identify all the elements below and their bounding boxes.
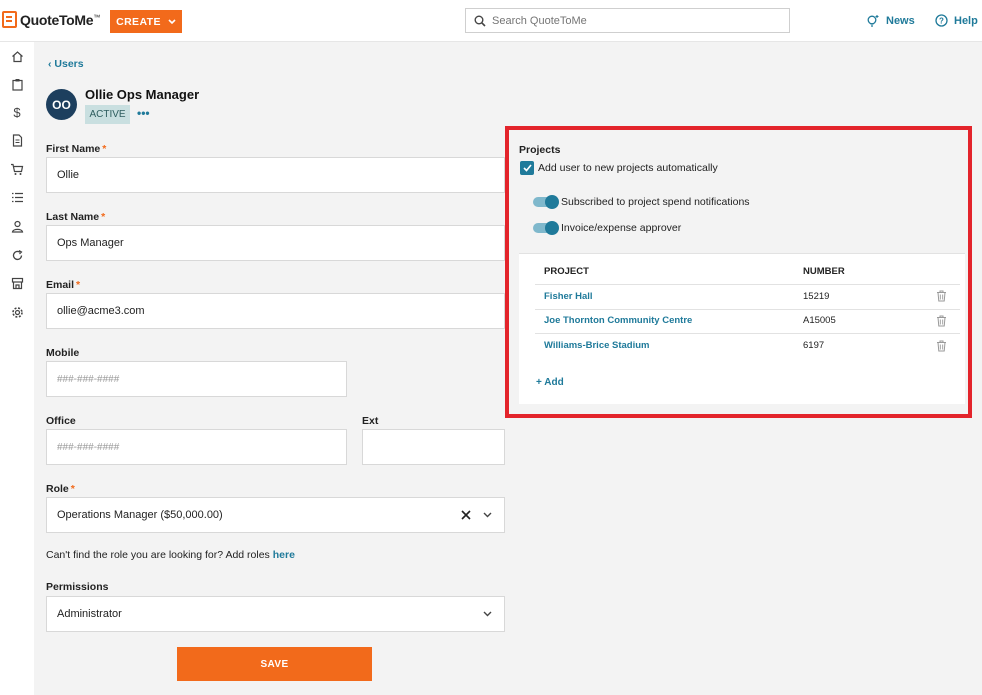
project-number: A15005 <box>803 315 836 326</box>
person-icon[interactable] <box>10 219 24 233</box>
row-divider <box>535 309 960 310</box>
auto-add-label: Add user to new projects automatically <box>538 162 718 174</box>
project-column-header: PROJECT <box>544 266 589 277</box>
brand-name: QuoteToMe <box>20 11 94 28</box>
add-project-link[interactable]: + Add <box>536 377 564 388</box>
role-help-text: Can't find the role you are looking for?… <box>46 549 295 561</box>
clipboard-icon[interactable] <box>10 77 24 91</box>
help-link[interactable]: ? Help <box>935 14 978 27</box>
permissions-label: Permissions <box>46 581 109 593</box>
projects-title: Projects <box>519 144 561 156</box>
number-column-header: NUMBER <box>803 266 845 277</box>
chevron-down-icon[interactable] <box>483 512 492 518</box>
document-icon[interactable] <box>10 133 24 147</box>
news-label: News <box>886 15 915 27</box>
trash-icon[interactable] <box>936 290 947 302</box>
role-select[interactable]: Operations Manager ($50,000.00) <box>46 497 505 533</box>
project-number: 6197 <box>803 340 825 351</box>
permissions-select[interactable]: Administrator <box>46 596 505 632</box>
row-divider <box>535 284 960 285</box>
dollar-icon[interactable]: $ <box>10 105 24 120</box>
add-roles-link[interactable]: here <box>273 549 295 561</box>
mobile-label: Mobile <box>46 347 80 359</box>
email-label: Email * <box>46 279 81 291</box>
top-bar: QuoteToMe™ CREATE News ? Help <box>0 0 982 42</box>
email-field[interactable]: ollie@acme3.com <box>46 293 505 329</box>
permissions-select-value: Administrator <box>57 608 122 620</box>
more-options-icon[interactable]: ••• <box>137 106 150 120</box>
spend-notifications-toggle[interactable] <box>533 195 559 209</box>
approver-label: Invoice/expense approver <box>561 222 682 234</box>
last-name-field[interactable]: Ops Manager <box>46 225 505 261</box>
news-link[interactable]: News <box>866 14 915 28</box>
svg-text:?: ? <box>939 17 944 26</box>
refresh-icon[interactable] <box>10 248 24 262</box>
create-button[interactable]: CREATE <box>110 10 182 33</box>
project-number: 15219 <box>803 291 830 302</box>
row-divider <box>535 333 960 334</box>
first-name-label: First Name * <box>46 143 107 155</box>
back-link-label: Users <box>54 58 84 70</box>
mobile-field[interactable]: ###-###-#### <box>46 361 347 397</box>
avatar: OO <box>46 89 77 120</box>
brand-logo[interactable]: QuoteToMe™ <box>2 11 100 28</box>
sidebar: $ <box>0 42 34 695</box>
save-button[interactable]: SAVE <box>177 647 372 681</box>
ext-field[interactable] <box>362 429 505 465</box>
trash-icon[interactable] <box>936 315 947 327</box>
chevron-down-icon[interactable] <box>483 611 492 617</box>
checkmark-icon <box>522 164 532 172</box>
search-box[interactable] <box>465 8 790 33</box>
chevron-down-icon <box>168 18 176 24</box>
office-field[interactable]: ###-###-#### <box>46 429 347 465</box>
help-label: Help <box>954 14 978 27</box>
quotetome-logo-icon <box>2 11 17 28</box>
auto-add-checkbox[interactable] <box>520 161 534 175</box>
store-icon[interactable] <box>10 276 24 290</box>
project-name-link[interactable]: Williams-Brice Stadium <box>544 340 650 351</box>
create-button-label: CREATE <box>116 15 161 28</box>
cart-icon[interactable] <box>10 162 24 176</box>
status-badge: ACTIVE <box>85 105 130 124</box>
page-title: Ollie Ops Manager <box>85 87 200 102</box>
first-name-field[interactable]: Ollie <box>46 157 505 193</box>
office-label: Office <box>46 415 76 427</box>
spend-notifications-label: Subscribed to project spend notification… <box>561 196 750 208</box>
last-name-label: Last Name * <box>46 211 106 223</box>
search-input[interactable] <box>492 14 772 27</box>
back-to-users-link[interactable]: ‹ Users <box>48 58 84 70</box>
approver-toggle[interactable] <box>533 221 559 235</box>
home-icon[interactable] <box>10 49 24 63</box>
lightbulb-icon <box>867 15 879 27</box>
trademark: ™ <box>93 13 100 21</box>
project-name-link[interactable]: Joe Thornton Community Centre <box>544 315 692 326</box>
trash-icon[interactable] <box>936 340 947 352</box>
gear-icon[interactable] <box>10 305 24 319</box>
clear-icon[interactable] <box>461 510 471 520</box>
role-select-value: Operations Manager ($50,000.00) <box>57 509 223 521</box>
ext-label: Ext <box>362 415 379 427</box>
list-icon[interactable] <box>10 190 24 204</box>
help-icon: ? <box>935 14 948 27</box>
project-name-link[interactable]: Fisher Hall <box>544 291 593 302</box>
role-label: Role * <box>46 483 75 495</box>
search-icon <box>474 15 486 27</box>
